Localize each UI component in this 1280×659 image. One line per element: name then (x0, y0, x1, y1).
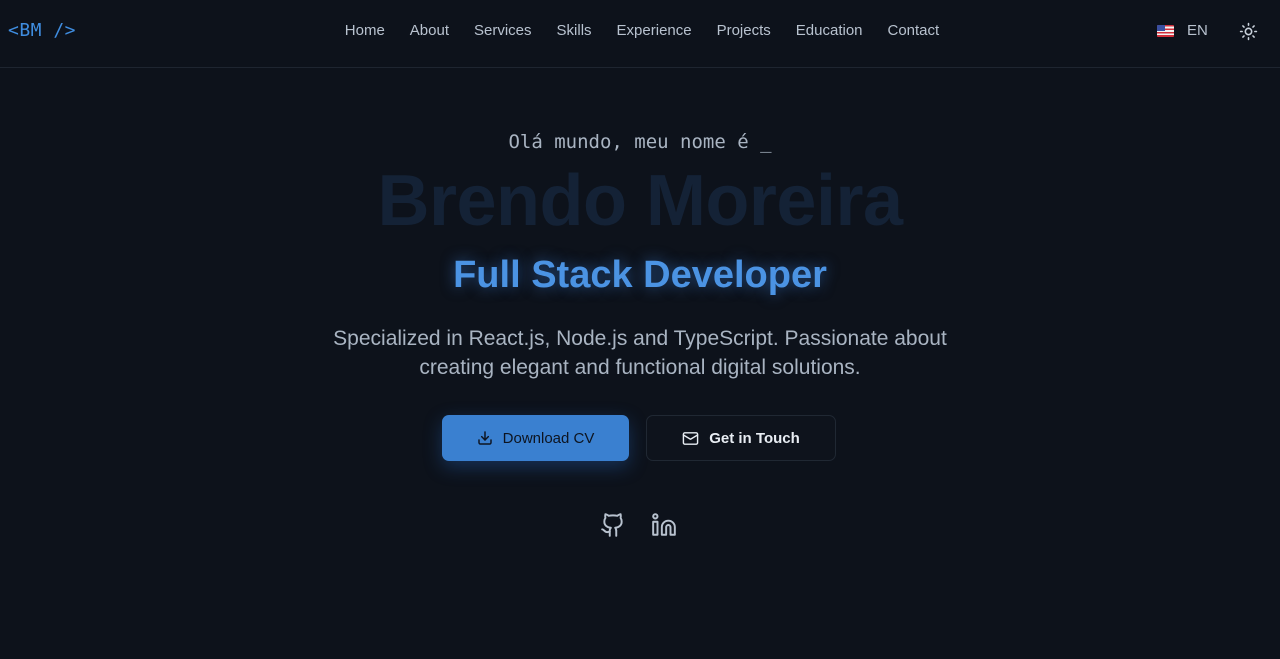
navbar: <BM /> Home About Services Skills Experi… (0, 0, 1280, 68)
mail-icon (682, 431, 699, 445)
hero-section: Olá mundo, meu nome é _ Brendo Moreira F… (0, 68, 1280, 659)
greeting-text: Olá mundo, meu nome é _ (508, 131, 772, 153)
github-link[interactable] (600, 512, 626, 538)
get-in-touch-button[interactable]: Get in Touch (646, 415, 836, 461)
nav-skills[interactable]: Skills (557, 22, 592, 39)
nav-services[interactable]: Services (474, 22, 532, 39)
nav-home[interactable]: Home (345, 22, 385, 39)
nav-contact[interactable]: Contact (888, 22, 940, 39)
hero-role: Full Stack Developer (453, 254, 827, 296)
download-cv-label: Download CV (502, 429, 595, 447)
download-cv-button[interactable]: Download CV (442, 415, 629, 461)
hero-description: Specialized in React.js, Node.js and Typ… (333, 327, 947, 379)
theme-toggle-button[interactable] (1239, 22, 1258, 41)
language-selector[interactable]: EN (1157, 22, 1208, 39)
nav-projects[interactable]: Projects (717, 22, 771, 39)
hero-name: Brendo Moreira (377, 161, 903, 241)
language-label: EN (1187, 22, 1208, 39)
github-icon (601, 513, 623, 537)
nav-education[interactable]: Education (796, 22, 863, 39)
sun-icon (1239, 22, 1258, 41)
main-nav: Home About Services Skills Experience Pr… (0, 22, 1280, 39)
download-icon (477, 431, 492, 445)
nav-experience[interactable]: Experience (617, 22, 692, 39)
linkedin-icon (652, 513, 676, 536)
linkedin-link[interactable] (651, 512, 677, 538)
us-flag-icon (1157, 24, 1174, 37)
get-in-touch-label: Get in Touch (709, 429, 800, 447)
nav-about[interactable]: About (410, 22, 449, 39)
